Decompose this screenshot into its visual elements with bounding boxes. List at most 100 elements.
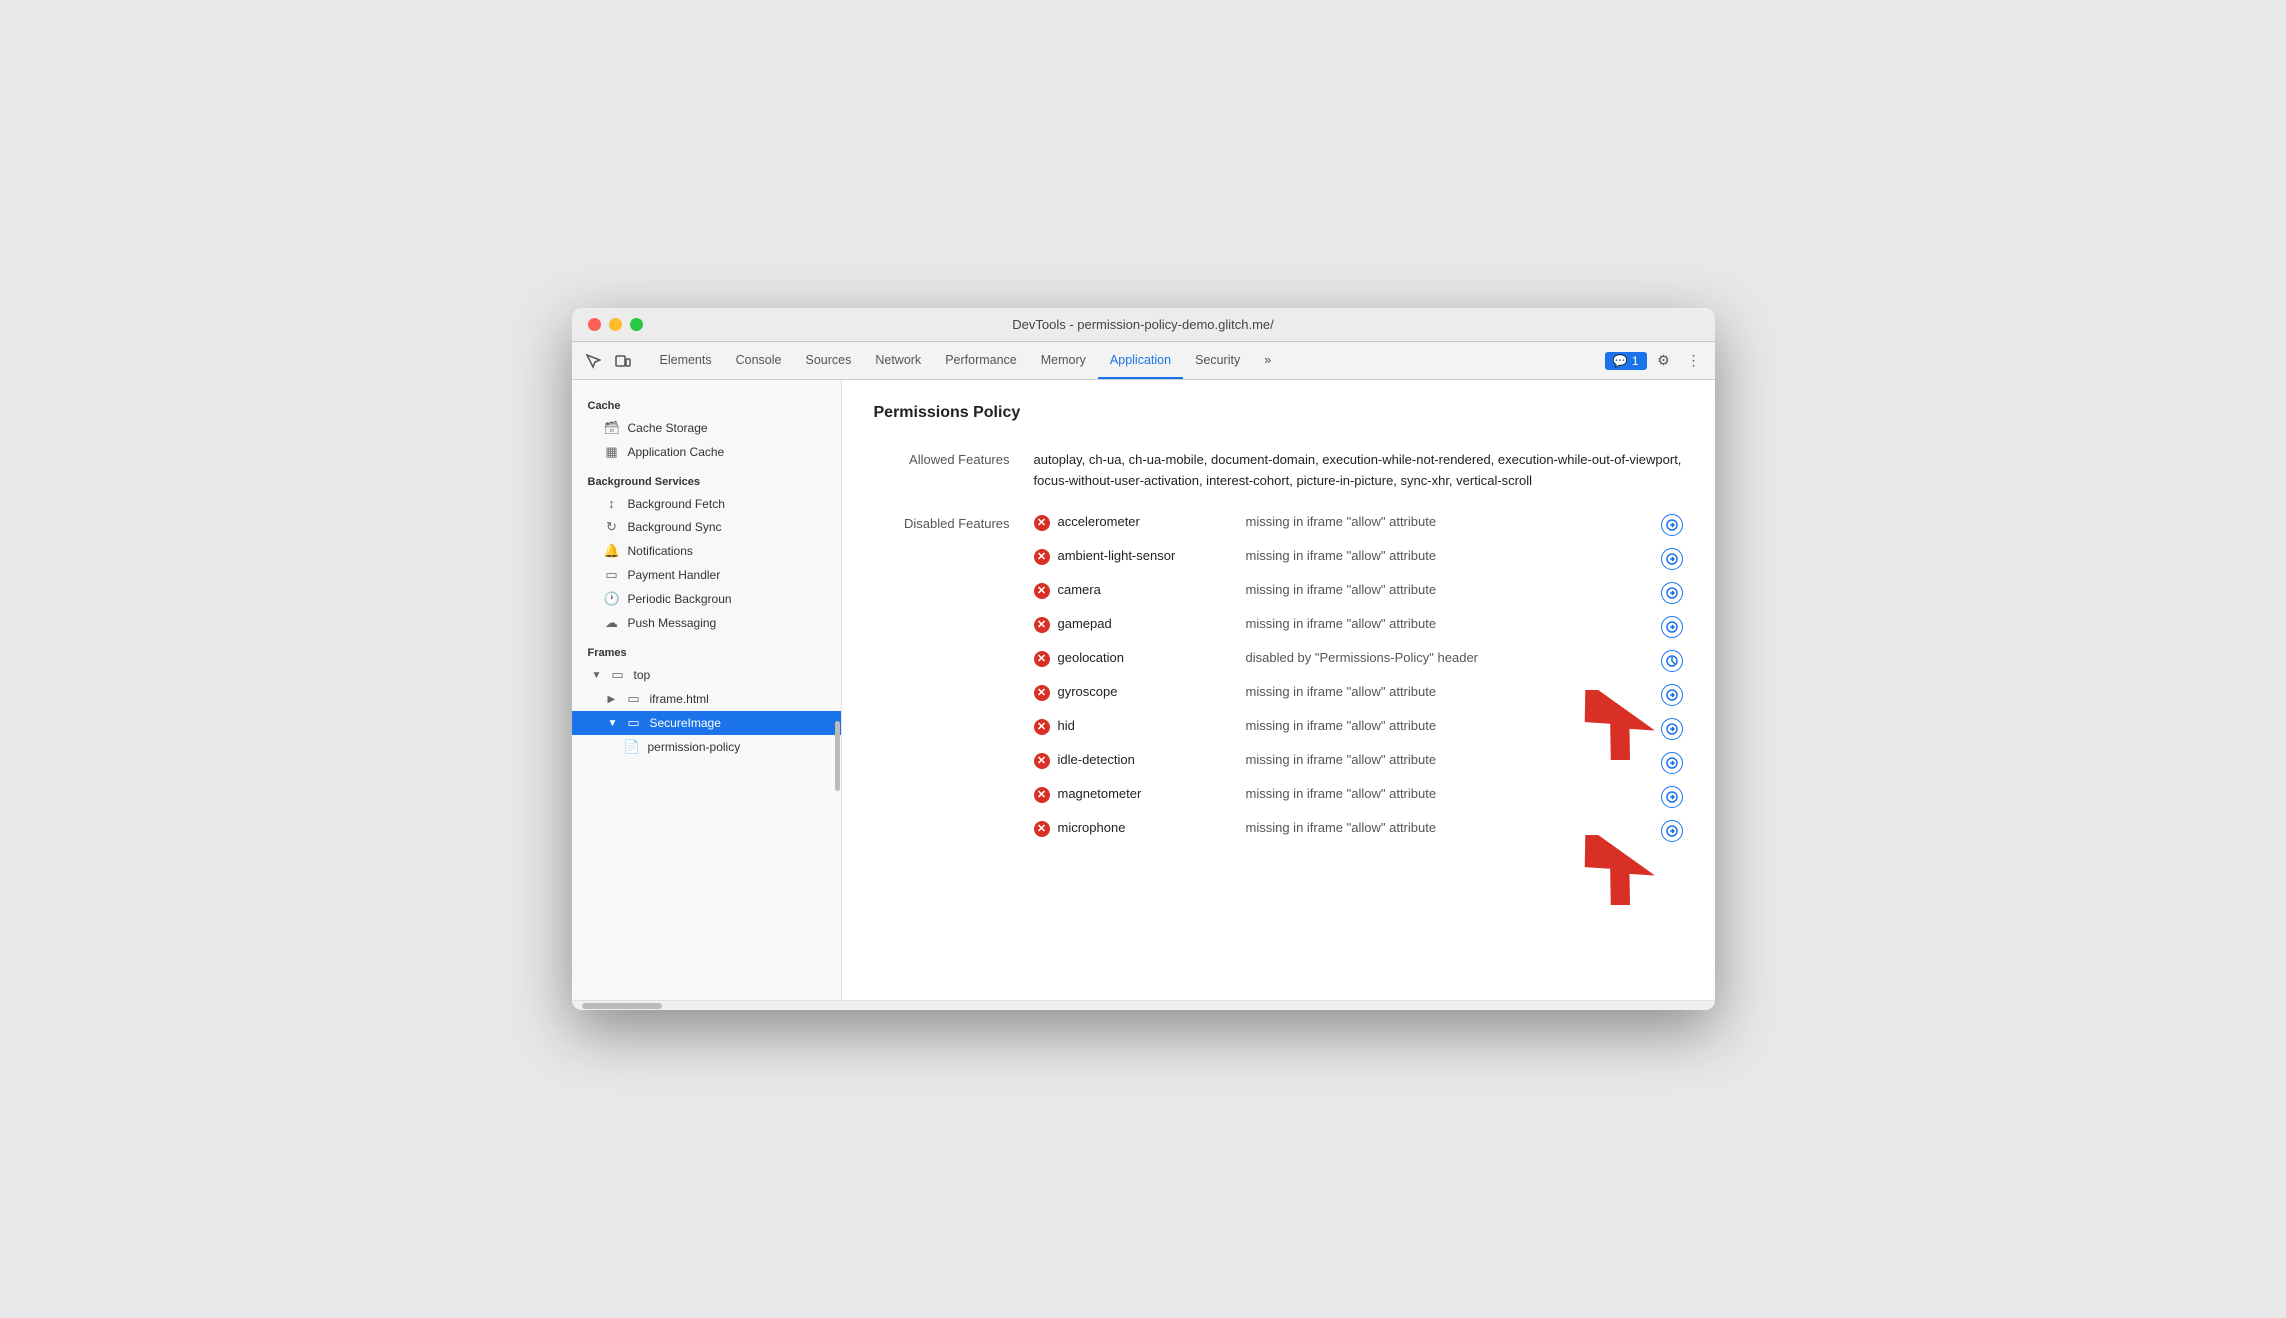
sidebar-item-payment-handler[interactable]: ▭ Payment Handler	[572, 563, 841, 587]
application-cache-label: Application Cache	[628, 445, 725, 459]
feature-reason-gyroscope: missing in iframe "allow" attribute	[1246, 684, 1653, 699]
feature-name-gyroscope: gyroscope	[1058, 684, 1238, 699]
secure-image-expand-arrow[interactable]	[608, 718, 618, 729]
sidebar-item-bg-sync[interactable]: ↻ Background Sync	[572, 515, 841, 539]
feature-name-ambient: ambient-light-sensor	[1058, 548, 1238, 563]
feature-row-gamepad: ✕ gamepad missing in iframe "allow" attr…	[1034, 610, 1683, 644]
feature-reason-idle: missing in iframe "allow" attribute	[1246, 752, 1653, 767]
tab-security[interactable]: Security	[1183, 342, 1252, 379]
tab-elements[interactable]: Elements	[648, 342, 724, 379]
allowed-features-value: autoplay, ch-ua, ch-ua-mobile, document-…	[1034, 450, 1683, 492]
frame-icon: ▭	[610, 667, 626, 683]
source-link-hid[interactable]	[1661, 718, 1683, 740]
feature-name-idle: idle-detection	[1058, 752, 1238, 767]
feature-name-camera: camera	[1058, 582, 1238, 597]
tab-memory[interactable]: Memory	[1029, 342, 1098, 379]
console-badge-button[interactable]: 💬 1	[1605, 352, 1647, 370]
source-link-gyroscope[interactable]	[1661, 684, 1683, 706]
error-icon-gamepad: ✕	[1034, 617, 1050, 633]
source-link-accelerometer[interactable]	[1661, 514, 1683, 536]
tab-sources[interactable]: Sources	[793, 342, 863, 379]
feature-row-geolocation: ✕ geolocation disabled by "Permissions-P…	[1034, 644, 1683, 678]
title-bar: DevTools - permission-policy-demo.glitch…	[572, 308, 1715, 342]
feature-row-ambient: ✕ ambient-light-sensor missing in iframe…	[1034, 542, 1683, 576]
feature-row-magnetometer: ✕ magnetometer missing in iframe "allow"…	[1034, 780, 1683, 814]
devtools-tabs: Elements Console Sources Network Perform…	[648, 342, 1605, 379]
bg-sync-label: Background Sync	[628, 520, 722, 534]
close-button[interactable]	[588, 318, 601, 331]
error-icon-magnetometer: ✕	[1034, 787, 1050, 803]
panel-title: Permissions Policy	[874, 404, 1683, 422]
disabled-features-label: Disabled Features	[874, 514, 1034, 531]
error-icon-camera: ✕	[1034, 583, 1050, 599]
sidebar-item-notifications[interactable]: 🔔 Notifications	[572, 539, 841, 563]
sidebar-item-periodic-bg[interactable]: 🕐 Periodic Backgroun	[572, 587, 841, 611]
tab-network[interactable]: Network	[863, 342, 933, 379]
permission-policy-label: permission-policy	[648, 740, 741, 754]
feature-reason-microphone: missing in iframe "allow" attribute	[1246, 820, 1653, 835]
settings-button[interactable]: ⚙	[1651, 348, 1677, 374]
grid-icon: ▦	[604, 444, 620, 460]
devtools-window: DevTools - permission-policy-demo.glitch…	[572, 308, 1715, 1010]
tab-performance[interactable]: Performance	[933, 342, 1029, 379]
feature-row-accelerometer: ✕ accelerometer missing in iframe "allow…	[1034, 508, 1683, 542]
error-icon-hid: ✕	[1034, 719, 1050, 735]
source-link-ambient[interactable]	[1661, 548, 1683, 570]
maximize-button[interactable]	[630, 318, 643, 331]
error-icon-ambient: ✕	[1034, 549, 1050, 565]
sidebar-item-bg-fetch[interactable]: ↕ Background Fetch	[572, 492, 841, 515]
database-icon: 🗃	[604, 420, 620, 436]
sidebar-item-application-cache[interactable]: ▦ Application Cache	[572, 440, 841, 464]
feature-reason-geolocation: disabled by "Permissions-Policy" header	[1246, 650, 1653, 665]
more-options-button[interactable]: ⋮	[1681, 348, 1707, 374]
main-panel: Permissions Policy Allowed Features auto…	[842, 380, 1715, 1000]
feature-reason-ambient: missing in iframe "allow" attribute	[1246, 548, 1653, 563]
bg-services-section-title: Background Services	[572, 464, 841, 492]
iframe-icon: ▭	[626, 691, 642, 707]
tab-more[interactable]: »	[1252, 342, 1283, 379]
source-link-magnetometer[interactable]	[1661, 786, 1683, 808]
feature-name-geolocation: geolocation	[1058, 650, 1238, 665]
source-link-idle[interactable]	[1661, 752, 1683, 774]
clock-icon: 🕐	[604, 591, 620, 607]
sidebar-item-permission-policy[interactable]: 📄 permission-policy	[572, 735, 841, 759]
tab-console[interactable]: Console	[724, 342, 794, 379]
feature-reason-hid: missing in iframe "allow" attribute	[1246, 718, 1653, 733]
iframe-expand-arrow[interactable]	[608, 694, 618, 705]
feature-name-gamepad: gamepad	[1058, 616, 1238, 631]
sidebar-item-top[interactable]: ▭ top	[572, 663, 841, 687]
minimize-button[interactable]	[609, 318, 622, 331]
devtools-tab-bar: Elements Console Sources Network Perform…	[572, 342, 1715, 380]
feature-name-magnetometer: magnetometer	[1058, 786, 1238, 801]
chat-icon: 💬	[1613, 354, 1628, 368]
inspect-icon[interactable]	[580, 348, 606, 374]
device-toggle-icon[interactable]	[610, 348, 636, 374]
payment-handler-label: Payment Handler	[628, 568, 721, 582]
error-icon-accelerometer: ✕	[1034, 515, 1050, 531]
top-expand-arrow[interactable]	[592, 670, 602, 681]
bell-icon: 🔔	[604, 543, 620, 559]
badge-count: 1	[1632, 354, 1639, 368]
bottom-scrollbar-thumb	[582, 1003, 662, 1009]
source-link-microphone[interactable]	[1661, 820, 1683, 842]
feature-reason-gamepad: missing in iframe "allow" attribute	[1246, 616, 1653, 631]
fetch-icon: ↕	[604, 496, 620, 511]
feature-name-accelerometer: accelerometer	[1058, 514, 1238, 529]
feature-name-hid: hid	[1058, 718, 1238, 733]
sidebar-item-secure-image[interactable]: ▭ SecureImage	[572, 711, 841, 735]
source-link-camera[interactable]	[1661, 582, 1683, 604]
feature-name-microphone: microphone	[1058, 820, 1238, 835]
secure-image-label: SecureImage	[650, 716, 721, 730]
feature-reason-accelerometer: missing in iframe "allow" attribute	[1246, 514, 1653, 529]
main-content: Cache 🗃 Cache Storage ▦ Application Cach…	[572, 380, 1715, 1000]
source-link-gamepad[interactable]	[1661, 616, 1683, 638]
source-link-geolocation[interactable]	[1661, 650, 1683, 672]
payment-icon: ▭	[604, 567, 620, 583]
tab-application[interactable]: Application	[1098, 342, 1183, 379]
sidebar-item-push-messaging[interactable]: ☁ Push Messaging	[572, 611, 841, 635]
sidebar-item-iframe[interactable]: ▭ iframe.html	[572, 687, 841, 711]
error-icon-microphone: ✕	[1034, 821, 1050, 837]
bottom-scrollbar[interactable]	[572, 1000, 1715, 1010]
sidebar-item-cache-storage[interactable]: 🗃 Cache Storage	[572, 416, 841, 440]
cache-section-title: Cache	[572, 388, 841, 416]
